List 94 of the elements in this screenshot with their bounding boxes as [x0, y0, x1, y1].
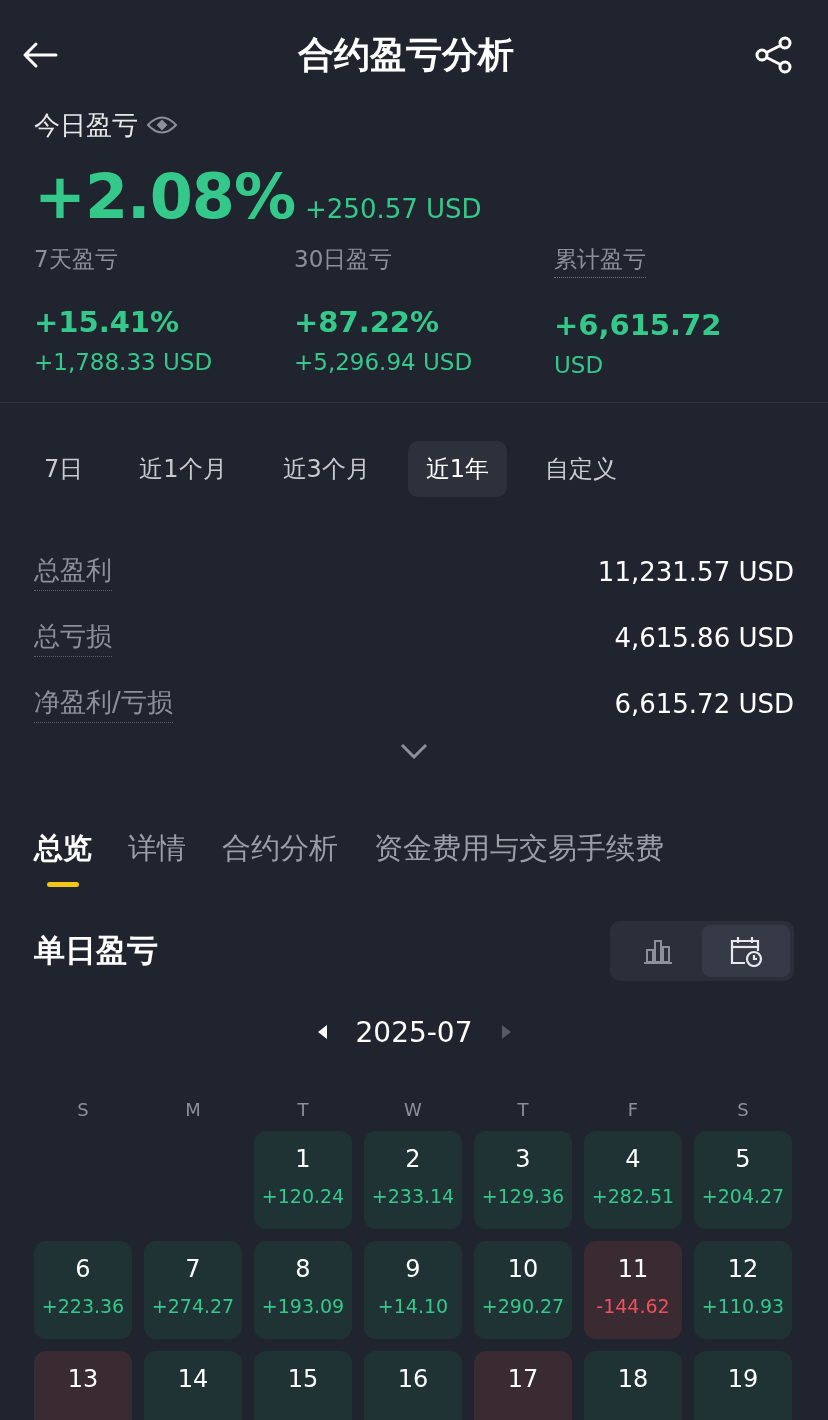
calendar-day[interactable]: 7 +274.27	[144, 1241, 242, 1339]
calendar-day[interactable]: 10 +290.27	[474, 1241, 572, 1339]
section-title: 单日盈亏	[34, 931, 158, 970]
day-pnl: +290.27	[481, 1295, 565, 1317]
calendar-day[interactable]: 2 +233.14	[364, 1131, 462, 1229]
summary-value: 11,231.57 USD	[597, 557, 794, 587]
calendar-day[interactable]: 16	[364, 1351, 462, 1420]
day-pnl: +274.27	[151, 1295, 235, 1317]
calendar-day[interactable]: 8 +193.09	[254, 1241, 352, 1339]
calendar-day[interactable]: 11 -144.62	[584, 1241, 682, 1339]
summary-value: 4,615.86 USD	[614, 623, 794, 653]
day-pnl: +204.27	[701, 1185, 785, 1207]
stat-label: 累计盈亏	[554, 244, 646, 278]
day-pnl: +110.93	[701, 1295, 785, 1317]
stat-amount: USD	[554, 352, 604, 378]
summary-label: 总盈利	[34, 553, 112, 591]
calendar-clock-icon	[729, 935, 763, 967]
day-pnl: +120.24	[261, 1185, 345, 1207]
day-pnl: -144.62	[596, 1295, 670, 1317]
stat-amount: +1,788.33 USD	[34, 349, 213, 375]
day-number: 3	[515, 1145, 531, 1173]
weekday-label: S	[736, 1098, 750, 1122]
day-number: 2	[405, 1145, 421, 1173]
calendar-day[interactable]: 1 +120.24	[254, 1131, 352, 1229]
summary-label: 总亏损	[34, 619, 112, 657]
calendar-day[interactable]: 5 +204.27	[694, 1131, 792, 1229]
day-number: 6	[75, 1255, 91, 1283]
calendar-day[interactable]: 3 +129.36	[474, 1131, 572, 1229]
day-number: 18	[617, 1365, 649, 1393]
weekday-label: W	[403, 1098, 423, 1122]
summary-label: 净盈利/亏损	[34, 685, 173, 723]
day-number: 12	[727, 1255, 759, 1283]
weekday-label: T	[516, 1098, 530, 1122]
day-number: 13	[67, 1365, 99, 1393]
day-number: 8	[295, 1255, 311, 1283]
section-tab[interactable]: 详情	[128, 829, 186, 887]
today-pnl-percent: +2.08%	[34, 160, 296, 233]
day-number: 19	[727, 1365, 759, 1393]
calendar-day[interactable]: 19	[694, 1351, 792, 1420]
view-button[interactable]	[702, 925, 790, 977]
day-number: 4	[625, 1145, 641, 1173]
weekday-label: M	[184, 1098, 202, 1122]
weekday-label: S	[76, 1098, 90, 1122]
summary-value: 6,615.72 USD	[614, 689, 794, 719]
month-label: 2025-07	[355, 1015, 473, 1049]
stat-value: +87.22%	[294, 305, 440, 339]
calendar-day[interactable]: 12 +110.93	[694, 1241, 792, 1339]
period-tab[interactable]: 近3个月	[264, 441, 388, 497]
bar-chart-icon	[644, 938, 672, 964]
day-number: 5	[735, 1145, 751, 1173]
day-number: 15	[287, 1365, 319, 1393]
weekday-label: F	[626, 1098, 640, 1122]
calendar-day[interactable]: 18	[584, 1351, 682, 1420]
section-tab[interactable]: 合约分析	[222, 829, 338, 887]
stat-amount: +5,296.94 USD	[294, 349, 473, 375]
calendar-day[interactable]: 14	[144, 1351, 242, 1420]
calendar-day[interactable]: 13	[34, 1351, 132, 1420]
today-pnl-label: 今日盈亏	[34, 108, 138, 142]
day-number: 1	[295, 1145, 311, 1173]
period-tab[interactable]: 近1年	[407, 441, 508, 497]
calendar-day[interactable]: 17	[474, 1351, 572, 1420]
calendar-day[interactable]: 9 +14.10	[364, 1241, 462, 1339]
chevron-down-icon[interactable]	[400, 743, 428, 759]
eye-icon[interactable]	[146, 114, 178, 136]
day-number: 14	[177, 1365, 209, 1393]
day-number: 7	[185, 1255, 201, 1283]
today-pnl-amount: +250.57 USD	[305, 194, 482, 224]
day-pnl: +14.10	[377, 1295, 449, 1317]
day-pnl: +129.36	[481, 1185, 565, 1207]
day-number: 10	[507, 1255, 539, 1283]
section-tab[interactable]: 资金费用与交易手续费	[374, 829, 664, 887]
page-title: 合约盈亏分析	[298, 32, 514, 77]
day-number: 11	[617, 1255, 649, 1283]
day-number: 9	[405, 1255, 421, 1283]
calendar-day[interactable]: 6 +223.36	[34, 1241, 132, 1339]
day-pnl: +282.51	[591, 1185, 675, 1207]
calendar-day[interactable]: 4 +282.51	[584, 1131, 682, 1229]
calendar-day[interactable]: 15	[254, 1351, 352, 1420]
stat-value: +15.41%	[34, 305, 180, 339]
weekday-label: T	[296, 1098, 310, 1122]
stat-value: +6,615.72	[554, 308, 722, 342]
section-tab[interactable]: 总览	[34, 829, 92, 887]
back-icon[interactable]	[22, 41, 58, 69]
day-pnl: +193.09	[261, 1295, 345, 1317]
stat-label: 30日盈亏	[294, 245, 393, 274]
stat-label: 7天盈亏	[34, 245, 118, 274]
share-icon[interactable]	[754, 35, 794, 75]
day-pnl: +233.14	[371, 1185, 455, 1207]
period-tab[interactable]: 近1个月	[121, 441, 245, 497]
day-pnl: +223.36	[41, 1295, 125, 1317]
period-tab[interactable]: 7日	[26, 441, 102, 497]
period-tab[interactable]: 自定义	[527, 441, 636, 497]
day-number: 17	[507, 1365, 539, 1393]
day-number: 16	[397, 1365, 429, 1393]
